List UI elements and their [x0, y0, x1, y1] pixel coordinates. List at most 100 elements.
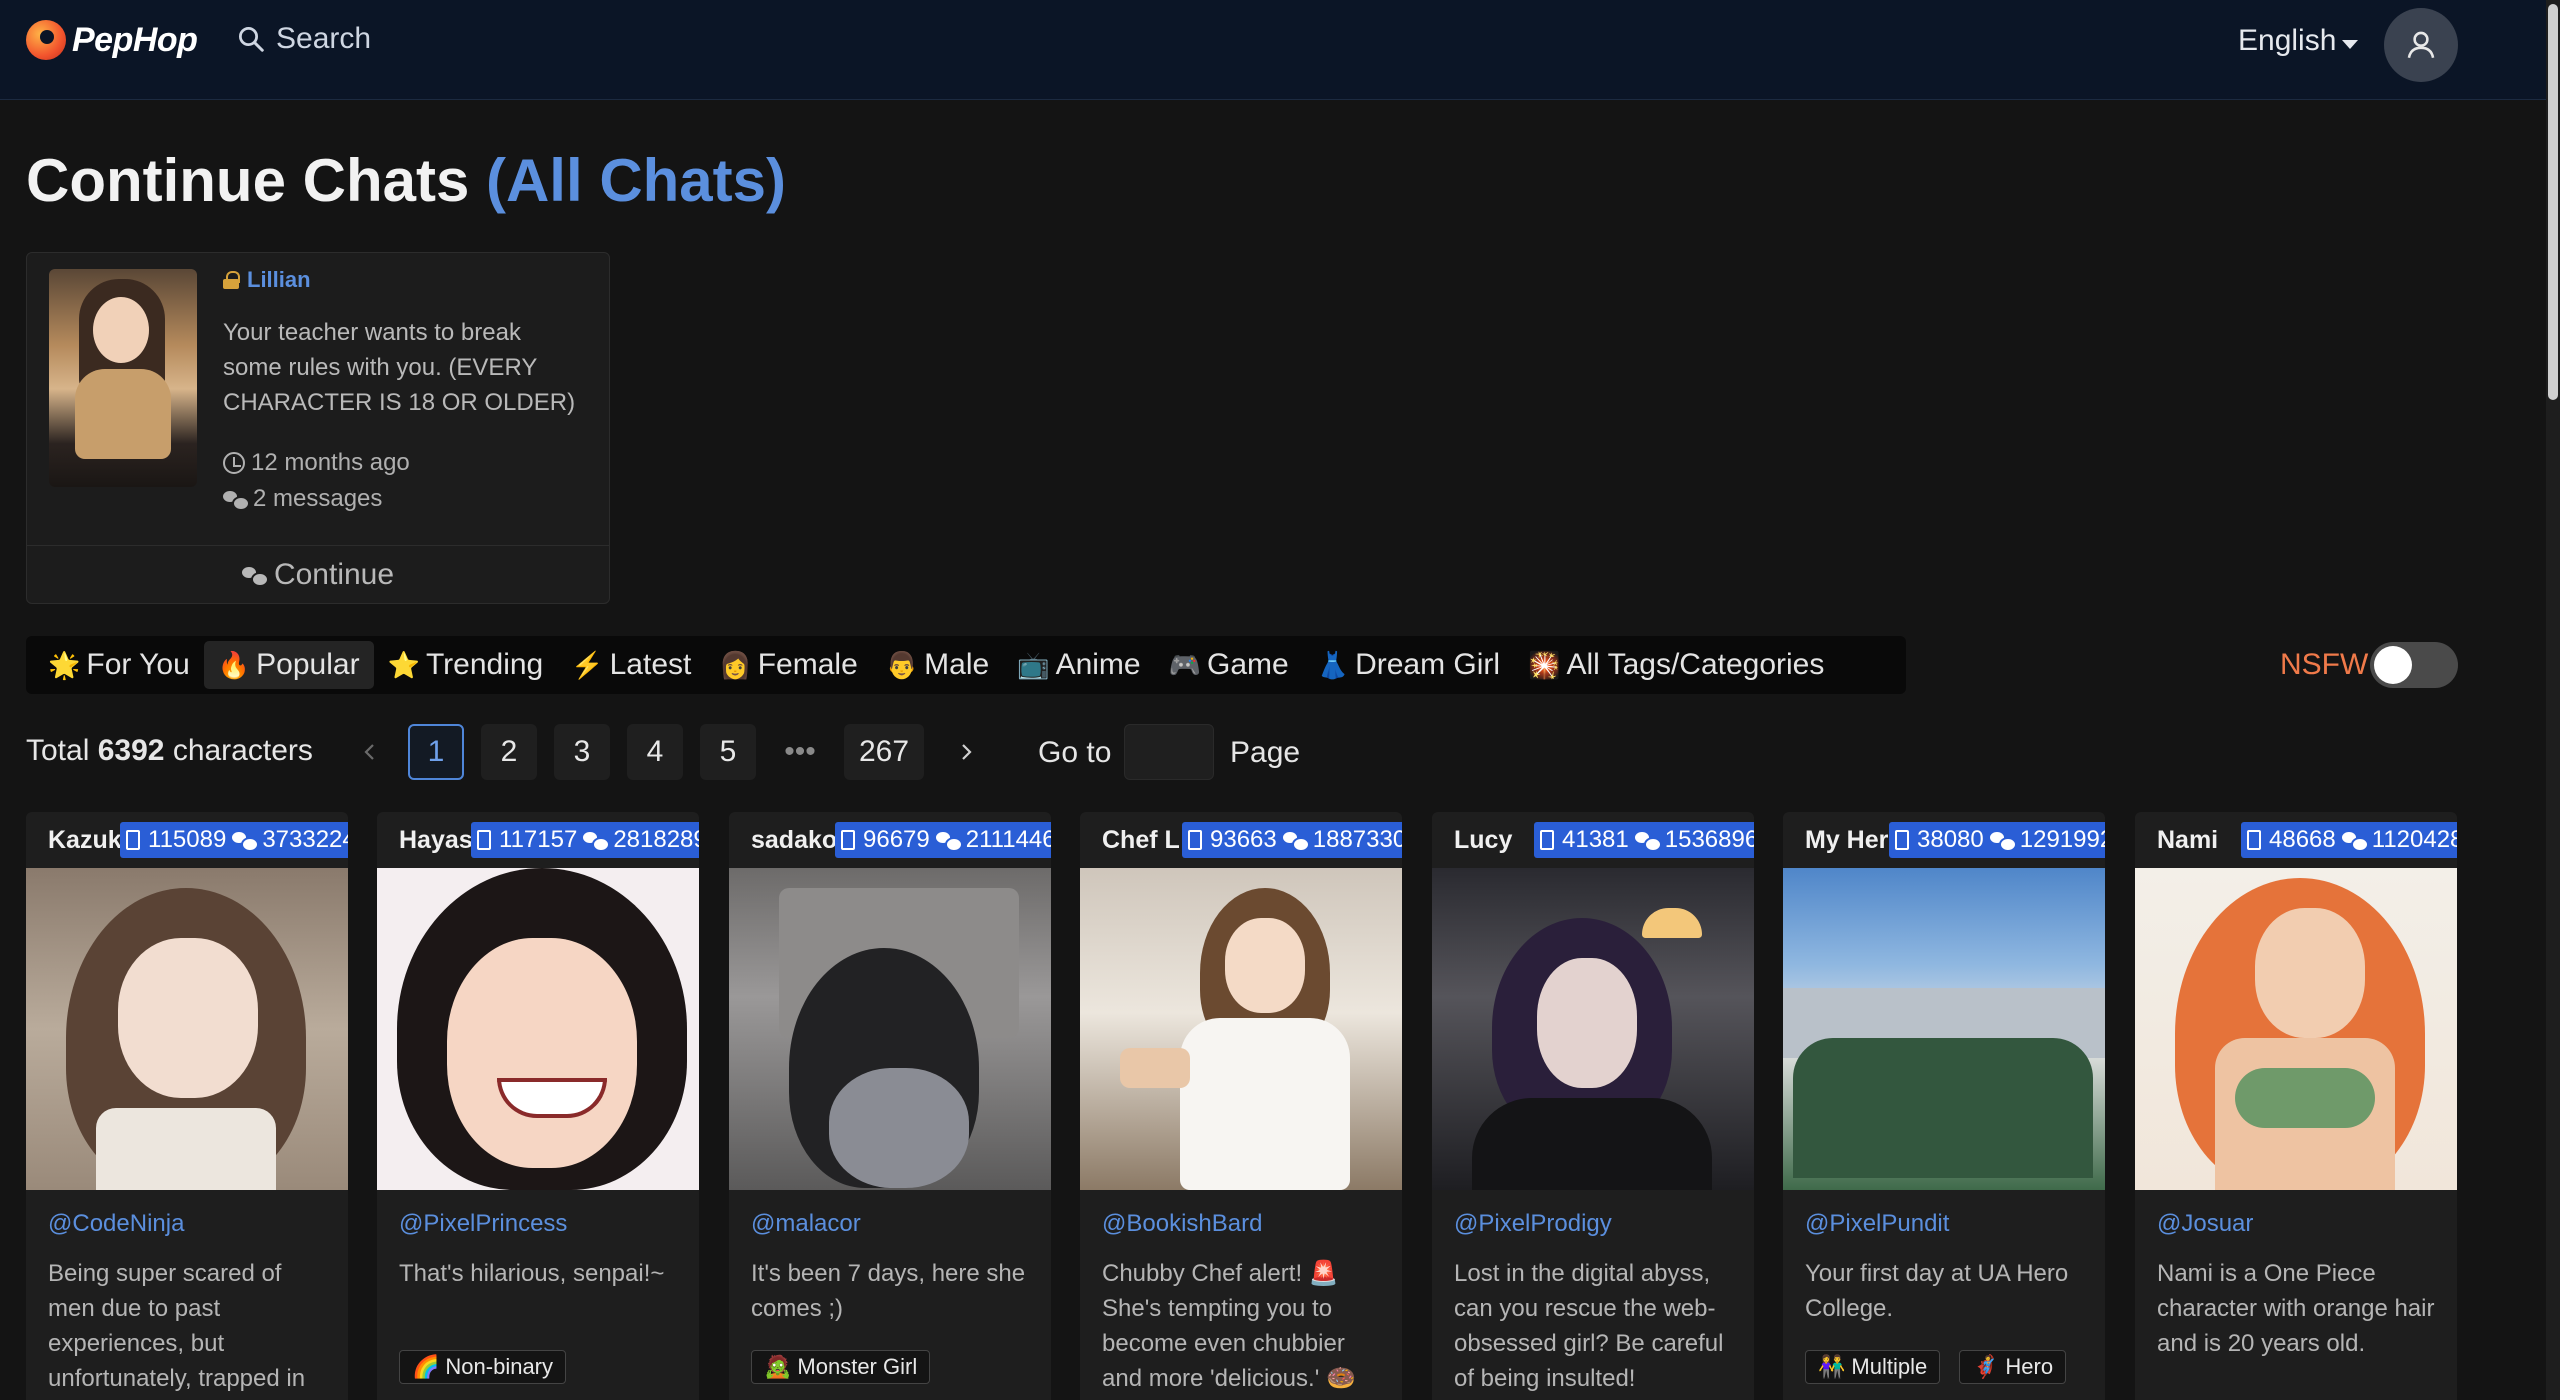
language-selector[interactable]: English	[2238, 24, 2359, 58]
chat-bubbles-icon	[223, 489, 250, 511]
chat-bubbles-icon	[935, 830, 963, 852]
chevron-right-icon	[962, 744, 972, 760]
tag-monster-girl[interactable]: 🧟 Monster Girl	[751, 1350, 931, 1384]
top-navbar: PepHop Search English	[0, 0, 2560, 100]
goto-page-input[interactable]	[1124, 724, 1214, 780]
tab-male[interactable]: 👨 Male	[872, 641, 1003, 689]
card-description: That's hilarious, senpai!~	[399, 1260, 665, 1287]
character-card[interactable]: Lucy 41381 1536896 @PixelProdigy Lost in…	[1432, 812, 1754, 1400]
character-card[interactable]: My Hero 38080 1291992 @PixelPundit Your …	[1783, 812, 2105, 1400]
tag-non-binary[interactable]: 🌈 Non-binary	[399, 1350, 567, 1384]
prev-page-button[interactable]	[342, 724, 398, 780]
ellipsis-pages[interactable]: •••	[772, 724, 828, 780]
card-chats-count: 1120428	[2371, 826, 2457, 853]
card-image[interactable]	[377, 868, 699, 1190]
chat-bubbles-icon	[1282, 830, 1310, 852]
nsfw-label: NSFW	[2280, 648, 2369, 681]
character-name-link[interactable]: Lillian	[223, 267, 311, 293]
character-avatar[interactable]	[49, 269, 197, 487]
card-author-link[interactable]: @PixelProdigy	[1454, 1210, 1612, 1238]
tag-multiple[interactable]: 👫 Multiple	[1805, 1350, 1941, 1384]
scrollbar-thumb[interactable]	[2548, 4, 2558, 400]
tab-female[interactable]: 👩 Female	[705, 641, 871, 689]
card-chats-count: 1536896	[1664, 826, 1754, 853]
card-stats-badge: 93663 1887330	[1182, 822, 1402, 858]
message-count-text: 2 messages	[253, 485, 383, 512]
continue-chat-card[interactable]: Lillian Your teacher wants to break some…	[26, 252, 610, 604]
tab-dream-girl[interactable]: 👗 Dream Girl	[1303, 641, 1514, 689]
card-description: Chubby Chef alert! 🚨 She's tempting you …	[1102, 1260, 1356, 1392]
portrait-face	[1225, 918, 1305, 1013]
page-button-1[interactable]: 1	[408, 724, 464, 780]
card-author-link[interactable]: @PixelPrincess	[399, 1210, 567, 1238]
continue-button-label: Continue	[273, 557, 395, 591]
card-name: Nami	[2157, 826, 2219, 854]
tag-hero[interactable]: 🦸 Hero	[1959, 1350, 2067, 1384]
total-prefix: Total	[26, 734, 90, 767]
page-button-2[interactable]: 2	[481, 724, 537, 780]
character-card[interactable]: sadako 96679 2111446 @malacor It's been …	[729, 812, 1051, 1400]
tab-label: For You	[86, 648, 190, 681]
tab-game[interactable]: 🎮 Game	[1155, 641, 1303, 689]
logo[interactable]: PepHop	[26, 20, 198, 60]
card-stats-badge: 48668 1120428	[2241, 822, 2457, 858]
user-account-button[interactable]	[2384, 8, 2458, 82]
book-icon	[1895, 830, 1909, 850]
character-portrait	[1080, 868, 1402, 1190]
character-card[interactable]: Nami 48668 1120428 @Josuar Nami is a One…	[2135, 812, 2457, 1400]
clock-icon	[223, 452, 245, 474]
tab-latest[interactable]: ⚡ Latest	[557, 641, 705, 689]
portrait-face	[2255, 908, 2365, 1038]
chat-bubbles-icon	[1989, 830, 2017, 852]
book-icon	[126, 830, 140, 850]
card-stats-badge: 38080 1291992	[1889, 822, 2105, 858]
continue-button[interactable]: Continue	[27, 545, 609, 603]
avatar-face	[93, 297, 149, 363]
woman-icon: 👩	[719, 649, 752, 680]
card-name: Kazuki	[48, 826, 129, 854]
card-author-link[interactable]: @malacor	[751, 1210, 861, 1238]
nsfw-toggle[interactable]	[2370, 642, 2458, 688]
card-image[interactable]	[729, 868, 1051, 1190]
tab-label: Anime	[1055, 648, 1141, 681]
card-image[interactable]	[26, 868, 348, 1190]
tab-popular[interactable]: 🔥 Popular	[203, 641, 374, 689]
book-icon	[477, 830, 491, 850]
character-card[interactable]: Chef L 93663 1887330 @BookishBard Chubby…	[1080, 812, 1402, 1400]
card-author-link[interactable]: @CodeNinja	[48, 1210, 184, 1238]
card-image[interactable]	[1432, 868, 1754, 1190]
card-author-link[interactable]: @Josuar	[2157, 1210, 2253, 1238]
search-button[interactable]: Search	[236, 22, 371, 56]
goto-label: Go to	[1038, 736, 1112, 769]
character-portrait	[26, 868, 348, 1190]
language-label: English	[2238, 24, 2337, 57]
card-image[interactable]	[1080, 868, 1402, 1190]
chevron-down-icon	[2342, 39, 2359, 49]
chat-bubbles-icon	[1634, 830, 1662, 852]
all-chats-link[interactable]: (All Chats)	[486, 147, 786, 214]
tab-label: All Tags/Categories	[1566, 648, 1825, 681]
tag-label: Monster Girl	[797, 1354, 918, 1379]
page-button-3[interactable]: 3	[554, 724, 610, 780]
rainbow-icon: 🌈	[412, 1354, 440, 1379]
tab-trending[interactable]: ⭐ Trending	[374, 641, 558, 689]
character-card[interactable]: Kazuki 115089 3733224 @CodeNinja Being s…	[26, 812, 348, 1400]
character-portrait	[2135, 868, 2457, 1190]
tab-all-tags[interactable]: 🎇 All Tags/Categories	[1514, 641, 1838, 689]
page-button-5[interactable]: 5	[700, 724, 756, 780]
tab-for-you[interactable]: 🌟 For You	[34, 641, 204, 689]
page-button-4[interactable]: 4	[627, 724, 683, 780]
card-author-link[interactable]: @BookishBard	[1102, 1210, 1262, 1238]
star-sparkle-icon: 🌟	[48, 649, 81, 680]
card-image[interactable]	[2135, 868, 2457, 1190]
card-chats-count: 1887330	[1312, 826, 1402, 853]
card-image[interactable]	[1783, 868, 2105, 1190]
book-icon	[841, 830, 855, 850]
page-title-text: Continue Chats	[26, 147, 470, 214]
card-author-link[interactable]: @PixelPundit	[1805, 1210, 1949, 1238]
next-page-button[interactable]	[938, 724, 994, 780]
portrait-body	[829, 1068, 969, 1188]
tab-anime[interactable]: 📺 Anime	[1003, 641, 1154, 689]
page-button-last[interactable]: 267	[844, 724, 924, 780]
character-card[interactable]: Hayase 117157 2818289 @PixelPrincess Tha…	[377, 812, 699, 1400]
